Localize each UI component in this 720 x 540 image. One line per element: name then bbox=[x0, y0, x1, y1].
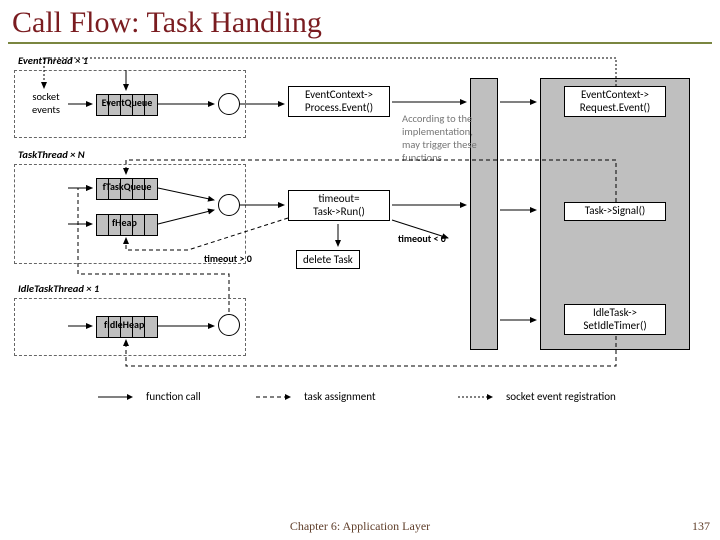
legend-func-call-label: function call bbox=[146, 390, 201, 403]
timeout-run-box: timeout= Task->Run() bbox=[288, 190, 390, 221]
delete-task-box: delete Task bbox=[296, 250, 360, 269]
timeout-gt0-label: timeout > 0 bbox=[204, 252, 252, 265]
task-thread-label: TaskThread × N bbox=[18, 148, 85, 161]
request-event-box: EventContext-> Request.Event() bbox=[564, 86, 666, 117]
event-queue-label: EventQueue bbox=[96, 96, 158, 109]
socket-events-label: socket events bbox=[24, 90, 68, 116]
ftask-queue-label: fTaskQueue bbox=[96, 180, 158, 193]
event-loop-node bbox=[218, 93, 240, 115]
footer-text: Chapter 6: Application Layer bbox=[0, 519, 720, 534]
idle-loop-node bbox=[218, 314, 240, 336]
page-number: 137 bbox=[692, 519, 710, 534]
legend-task-assign: task assignment bbox=[256, 390, 376, 403]
legend-task-assign-label: task assignment bbox=[304, 390, 376, 403]
slide-title: Call Flow: Task Handling bbox=[8, 6, 712, 44]
fheap-label: fHeap bbox=[112, 216, 137, 229]
note-text: According to the implementation, may tri… bbox=[402, 112, 510, 165]
diagram: EventThread × 1 socket events EventQueue… bbox=[8, 50, 708, 470]
legend-socket-reg: socket event registration bbox=[458, 390, 616, 403]
idle-thread-label: IdleTaskThread × 1 bbox=[18, 282, 99, 295]
fidle-heap-label: fIdleHeap bbox=[104, 318, 144, 331]
timeout-lt0-label: timeout < 0 bbox=[398, 232, 446, 245]
task-loop-node bbox=[218, 194, 240, 216]
process-event-box: EventContext-> Process.Event() bbox=[288, 86, 390, 117]
task-signal-box: Task->Signal() bbox=[564, 202, 666, 221]
event-thread-label: EventThread × 1 bbox=[18, 54, 88, 67]
legend-socket-reg-label: socket event registration bbox=[506, 390, 616, 403]
legend-func-call: function call bbox=[98, 390, 201, 403]
idle-timer-box: IdleTask-> SetIdleTimer() bbox=[564, 304, 666, 335]
